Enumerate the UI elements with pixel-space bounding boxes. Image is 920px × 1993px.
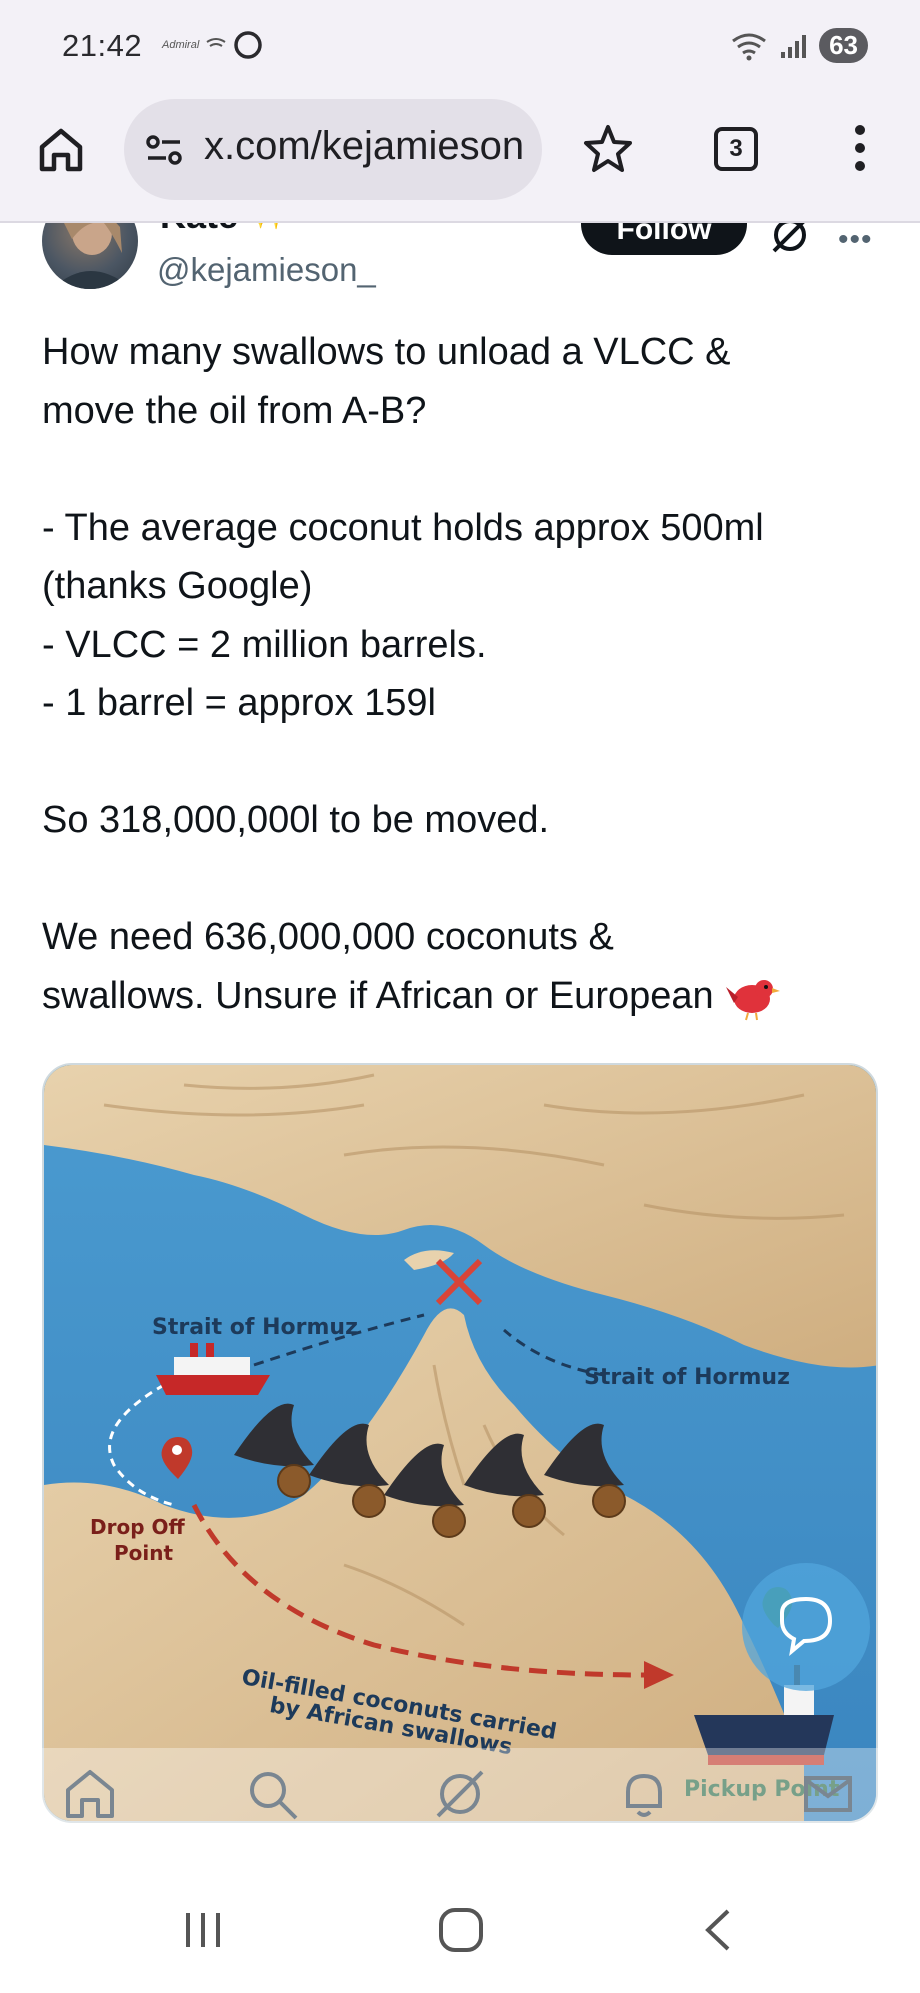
post-line — [42, 440, 882, 499]
wave-icon — [206, 38, 226, 47]
url-text: x.com/kejamieson — [204, 124, 525, 168]
status-left-icons: Admiral — [162, 30, 263, 60]
post-line: How many swallows to unload a VLCC & — [42, 331, 731, 373]
back-icon[interactable] — [696, 1905, 742, 1955]
star-icon[interactable] — [582, 123, 634, 175]
carrier-logo-icon: Admiral — [162, 39, 200, 51]
site-info-icon[interactable] — [144, 131, 184, 171]
floating-chat-button[interactable] — [742, 1563, 870, 1691]
circle-icon — [234, 31, 263, 59]
post-text: How many swallows to unload a VLCC & mov… — [42, 323, 882, 1025]
search-icon[interactable] — [244, 1766, 300, 1822]
home-icon[interactable] — [36, 125, 86, 175]
address-bar[interactable]: x.com/kejamieson — [124, 99, 542, 200]
status-right-icons: 63 — [729, 28, 868, 63]
grok-icon[interactable] — [768, 223, 812, 257]
post-line: We need 636,000,000 coconuts & — [42, 916, 614, 958]
sparkle-emoji: ✨ — [252, 223, 289, 232]
tabs-button[interactable]: 3 — [714, 127, 758, 171]
post-line — [42, 733, 882, 792]
map-label-strait-right: Strait of Hormuz — [584, 1365, 790, 1390]
menu-icon[interactable] — [846, 125, 874, 171]
map-label-strait-left: Strait of Hormuz — [152, 1315, 358, 1340]
recent-apps-icon[interactable] — [180, 1907, 226, 1953]
grok-icon[interactable] — [432, 1766, 488, 1822]
battery-indicator: 63 — [819, 28, 868, 63]
signal-icon — [781, 34, 807, 58]
status-time: 21:42 — [62, 28, 143, 63]
post-line: - The average coconut holds approx 500ml — [42, 506, 764, 549]
post-content: Kate ✨ @kejamieson_ Follow ••• How many … — [0, 223, 920, 1883]
avatar[interactable] — [42, 223, 138, 289]
status-bar: 21:42 Admiral 63 — [0, 0, 920, 95]
display-name[interactable]: Kate — [160, 223, 238, 237]
wifi-icon — [732, 33, 766, 60]
messages-icon[interactable] — [800, 1766, 856, 1822]
home-icon[interactable] — [62, 1766, 118, 1822]
bird-emoji-icon — [725, 980, 780, 1021]
map-label-drop-off-point: Point — [114, 1541, 174, 1565]
notifications-icon[interactable] — [616, 1766, 672, 1822]
post-line: (thanks Google) — [42, 565, 313, 607]
post-line-last: swallows. Unsure if African or European — [42, 967, 882, 1026]
bottom-nav — [0, 1748, 920, 1840]
post-line: So 318,000,000l to be moved. — [42, 799, 550, 841]
browser-toolbar: x.com/kejamieson 3 — [0, 95, 920, 223]
system-nav-bar — [0, 1883, 920, 1993]
post-line: - 1 barrel = approx 159l — [42, 682, 436, 724]
post-line: move the oil from A-B? — [42, 389, 427, 432]
post-line: - VLCC = 2 million barrels. — [42, 623, 487, 666]
post-media-map[interactable]: Strait of Hormuz Strait of Hormuz Drop O… — [42, 1063, 878, 1823]
post-line — [42, 850, 882, 909]
more-options-icon[interactable]: ••• — [838, 223, 873, 257]
home-circle-icon[interactable] — [436, 1905, 486, 1955]
user-handle[interactable]: @kejamieson_ — [157, 251, 376, 289]
post-line: swallows. Unsure if African or European — [42, 974, 714, 1017]
chat-bubble-icon — [780, 1596, 833, 1656]
map-label-drop-off: Drop Off — [90, 1515, 185, 1539]
follow-button[interactable]: Follow — [581, 223, 747, 255]
